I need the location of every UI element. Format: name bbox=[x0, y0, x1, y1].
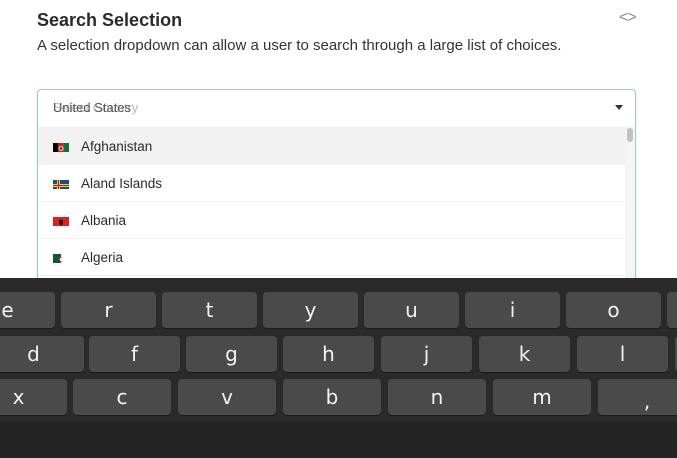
search-input[interactable]: Select Country United States bbox=[38, 90, 635, 126]
page: Search Selection <> A selection dropdown… bbox=[0, 0, 677, 458]
menu-item-afghanistan[interactable]: Afghanistan bbox=[38, 127, 625, 164]
menu-item-algeria[interactable]: Algeria bbox=[38, 238, 625, 275]
key-i[interactable]: i bbox=[465, 292, 560, 328]
key-m[interactable]: m bbox=[493, 379, 591, 415]
menu-item-label: Albania bbox=[81, 213, 127, 228]
key-g[interactable]: g bbox=[186, 336, 277, 372]
key-y[interactable]: y bbox=[263, 292, 358, 328]
al-flag-icon bbox=[53, 215, 69, 226]
key-v[interactable]: v bbox=[178, 379, 276, 415]
caret-down-icon[interactable] bbox=[615, 105, 623, 110]
dz-flag-icon bbox=[53, 252, 69, 263]
ax-flag-icon bbox=[53, 178, 69, 189]
key-r[interactable]: r bbox=[61, 292, 156, 328]
key-j[interactable]: j bbox=[381, 336, 472, 372]
key-comma[interactable]: , bbox=[598, 379, 677, 415]
key-f[interactable]: f bbox=[89, 336, 180, 372]
key-u[interactable]: u bbox=[364, 292, 459, 328]
key-b[interactable]: b bbox=[283, 379, 381, 415]
menu-item-aland-islands[interactable]: Aland Islands bbox=[38, 164, 625, 201]
keyboard-bottom-bar bbox=[0, 422, 677, 458]
key-c[interactable]: c bbox=[73, 379, 171, 415]
key-t[interactable]: t bbox=[162, 292, 257, 328]
scrollbar-thumb[interactable] bbox=[627, 128, 633, 142]
key-e[interactable]: e bbox=[0, 292, 55, 328]
selected-value: United States bbox=[53, 100, 132, 115]
key-d[interactable]: d bbox=[0, 336, 84, 372]
af-flag-icon bbox=[53, 141, 69, 152]
key-h[interactable]: h bbox=[283, 336, 374, 372]
menu-item-albania[interactable]: Albania bbox=[38, 201, 625, 238]
key-l[interactable]: l bbox=[577, 336, 668, 372]
code-toggle-icon[interactable]: <> bbox=[619, 9, 637, 27]
key-n[interactable]: n bbox=[388, 379, 486, 415]
key-p[interactable] bbox=[667, 292, 677, 328]
key-o[interactable]: o bbox=[566, 292, 661, 328]
section-description: A selection dropdown can allow a user to… bbox=[37, 37, 562, 54]
key-k[interactable]: k bbox=[479, 336, 570, 372]
menu-item-label: Aland Islands bbox=[81, 176, 163, 191]
on-screen-keyboard: e r t y u i o d f g h j k l x c v b n m … bbox=[0, 278, 677, 458]
section-title: Search Selection bbox=[37, 10, 183, 30]
key-x[interactable]: x bbox=[0, 379, 67, 415]
country-search-dropdown[interactable]: Select Country United States Afghanistan bbox=[37, 89, 636, 309]
menu-item-label: Afghanistan bbox=[81, 139, 153, 154]
menu-item-label: Algeria bbox=[81, 250, 124, 265]
